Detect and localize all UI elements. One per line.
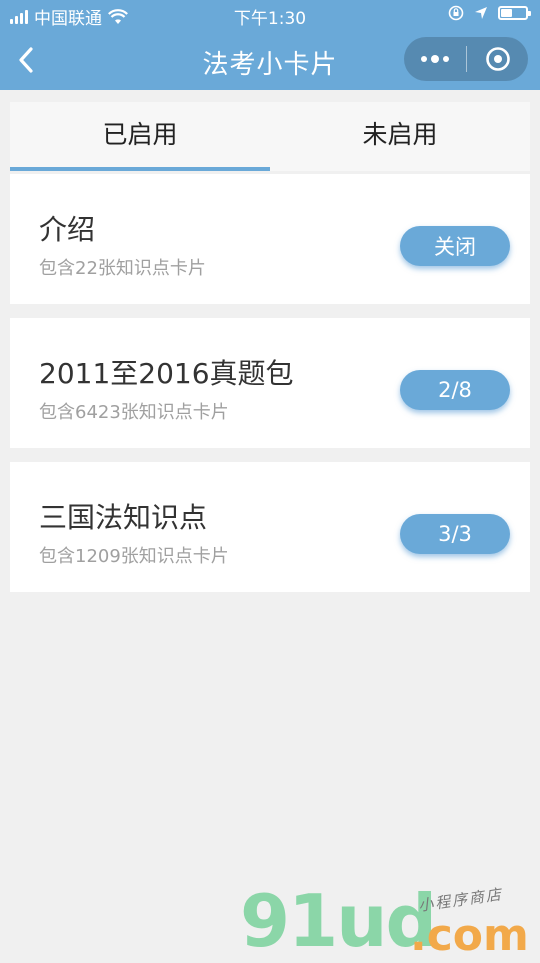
mini-program-capsule [404,37,528,81]
card-item[interactable]: 介绍 包含22张知识点卡片 关闭 [10,174,530,304]
more-button[interactable] [404,37,466,81]
close-button[interactable] [467,37,528,81]
card-title: 三国法知识点 [39,501,208,534]
watermark-main: 91ud [240,879,437,963]
target-close-icon [485,47,510,71]
card-action-button[interactable]: 关闭 [400,226,510,266]
status-right [448,5,531,21]
card-subtitle: 包含1209张知识点卡片 [39,546,229,567]
battery-level [501,9,512,17]
orientation-lock-icon [448,5,464,21]
watermark-logo: 91ud .com 小程序商店 [240,879,540,963]
status-bar: 中国联通 下午1:30 [0,0,540,30]
nav-bar: 法考小卡片 [0,30,540,90]
tab-enabled[interactable]: 已启用 [10,102,270,171]
card-action-button[interactable]: 3/3 [400,514,510,554]
tab-disabled[interactable]: 未启用 [270,102,530,171]
card-item[interactable]: 三国法知识点 包含1209张知识点卡片 3/3 [10,462,530,592]
card-title: 介绍 [39,213,96,246]
watermark-suffix: .com [410,910,529,961]
card-title: 2011至2016真题包 [39,357,294,390]
card-subtitle: 包含22张知识点卡片 [39,258,206,279]
card-action-button[interactable]: 2/8 [400,370,510,410]
location-arrow-icon [475,7,487,19]
tab-bar: 已启用 未启用 [10,102,530,171]
more-dots-icon [421,56,427,62]
card-subtitle: 包含6423张知识点卡片 [39,402,229,423]
card-item[interactable]: 2011至2016真题包 包含6423张知识点卡片 2/8 [10,318,530,448]
battery-icon [498,6,531,20]
